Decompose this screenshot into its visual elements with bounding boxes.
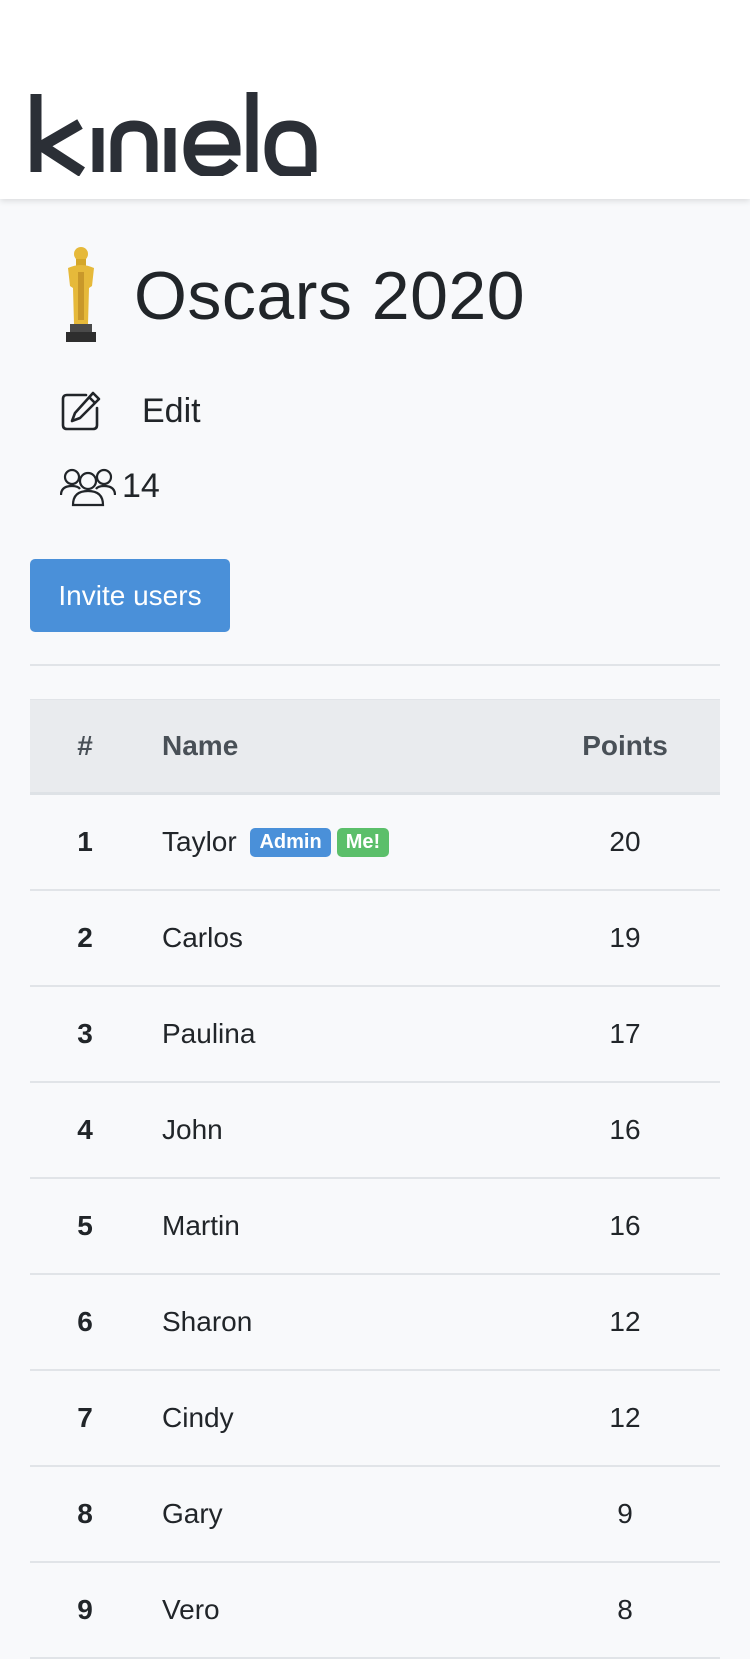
row-name: Martin [162, 1210, 240, 1241]
row-rank: 1 [77, 826, 93, 857]
invite-users-button[interactable]: Invite users [30, 559, 230, 632]
page-title: Oscars 2020 [134, 258, 526, 334]
row-points: 17 [609, 1018, 641, 1049]
row-points: 8 [617, 1594, 633, 1625]
row-rank: 2 [77, 922, 93, 953]
row-name: Vero [162, 1594, 220, 1625]
row-rank: 5 [77, 1210, 93, 1241]
row-rank: 3 [77, 1018, 93, 1049]
row-name: Gary [162, 1498, 223, 1529]
oscar-trophy-icon [66, 247, 96, 342]
divider [30, 664, 720, 666]
row-rank: 8 [77, 1498, 93, 1529]
row-rank: 4 [77, 1114, 93, 1145]
page-header: Oscars 2020 [30, 241, 525, 351]
row-points: 16 [609, 1210, 641, 1241]
row-rank: 9 [77, 1594, 93, 1625]
header-rank: # [77, 730, 93, 761]
row-name-cell: Taylor Admin Me! [140, 826, 530, 858]
leaderboard-table: # Name Points 1 Taylor Admin Me! 20 2 Car… [30, 699, 720, 1659]
table-row: 4 John 16 [30, 1083, 720, 1179]
row-points: 19 [609, 922, 641, 953]
table-row: 2 Carlos 19 [30, 891, 720, 987]
table-row: 3 Paulina 17 [30, 987, 720, 1083]
edit-link[interactable]: Edit [60, 389, 201, 433]
edit-label: Edit [142, 391, 201, 430]
members-count-value: 14 [122, 466, 160, 505]
users-group-icon [60, 468, 116, 507]
table-row: 6 Sharon 12 [30, 1275, 720, 1371]
navbar [0, 0, 750, 199]
header-name: Name [162, 730, 239, 761]
row-points: 12 [609, 1402, 641, 1433]
table-header: # Name Points [30, 699, 720, 795]
header-points: Points [582, 730, 668, 761]
row-name: John [162, 1114, 223, 1145]
row-name: Cindy [162, 1402, 234, 1433]
table-row: 7 Cindy 12 [30, 1371, 720, 1467]
row-points: 16 [609, 1114, 641, 1145]
row-rank: 7 [77, 1402, 93, 1433]
row-points: 12 [609, 1306, 641, 1337]
row-rank: 6 [77, 1306, 93, 1337]
row-points: 20 [609, 826, 641, 857]
row-name: Paulina [162, 1018, 256, 1049]
table-row: 9 Vero 8 [30, 1563, 720, 1659]
row-points: 9 [617, 1498, 633, 1529]
kiniela-logo[interactable] [30, 92, 330, 176]
edit-icon [61, 391, 101, 431]
admin-badge: Admin [250, 828, 331, 857]
me-badge: Me! [336, 828, 390, 857]
members-count: 14 [60, 464, 160, 508]
row-name: Sharon [162, 1306, 253, 1337]
row-name: Taylor [162, 826, 237, 857]
table-row: 8 Gary 9 [30, 1467, 720, 1563]
table-row: 1 Taylor Admin Me! 20 [30, 795, 720, 891]
row-name: Carlos [162, 922, 243, 953]
table-row: 5 Martin 16 [30, 1179, 720, 1275]
